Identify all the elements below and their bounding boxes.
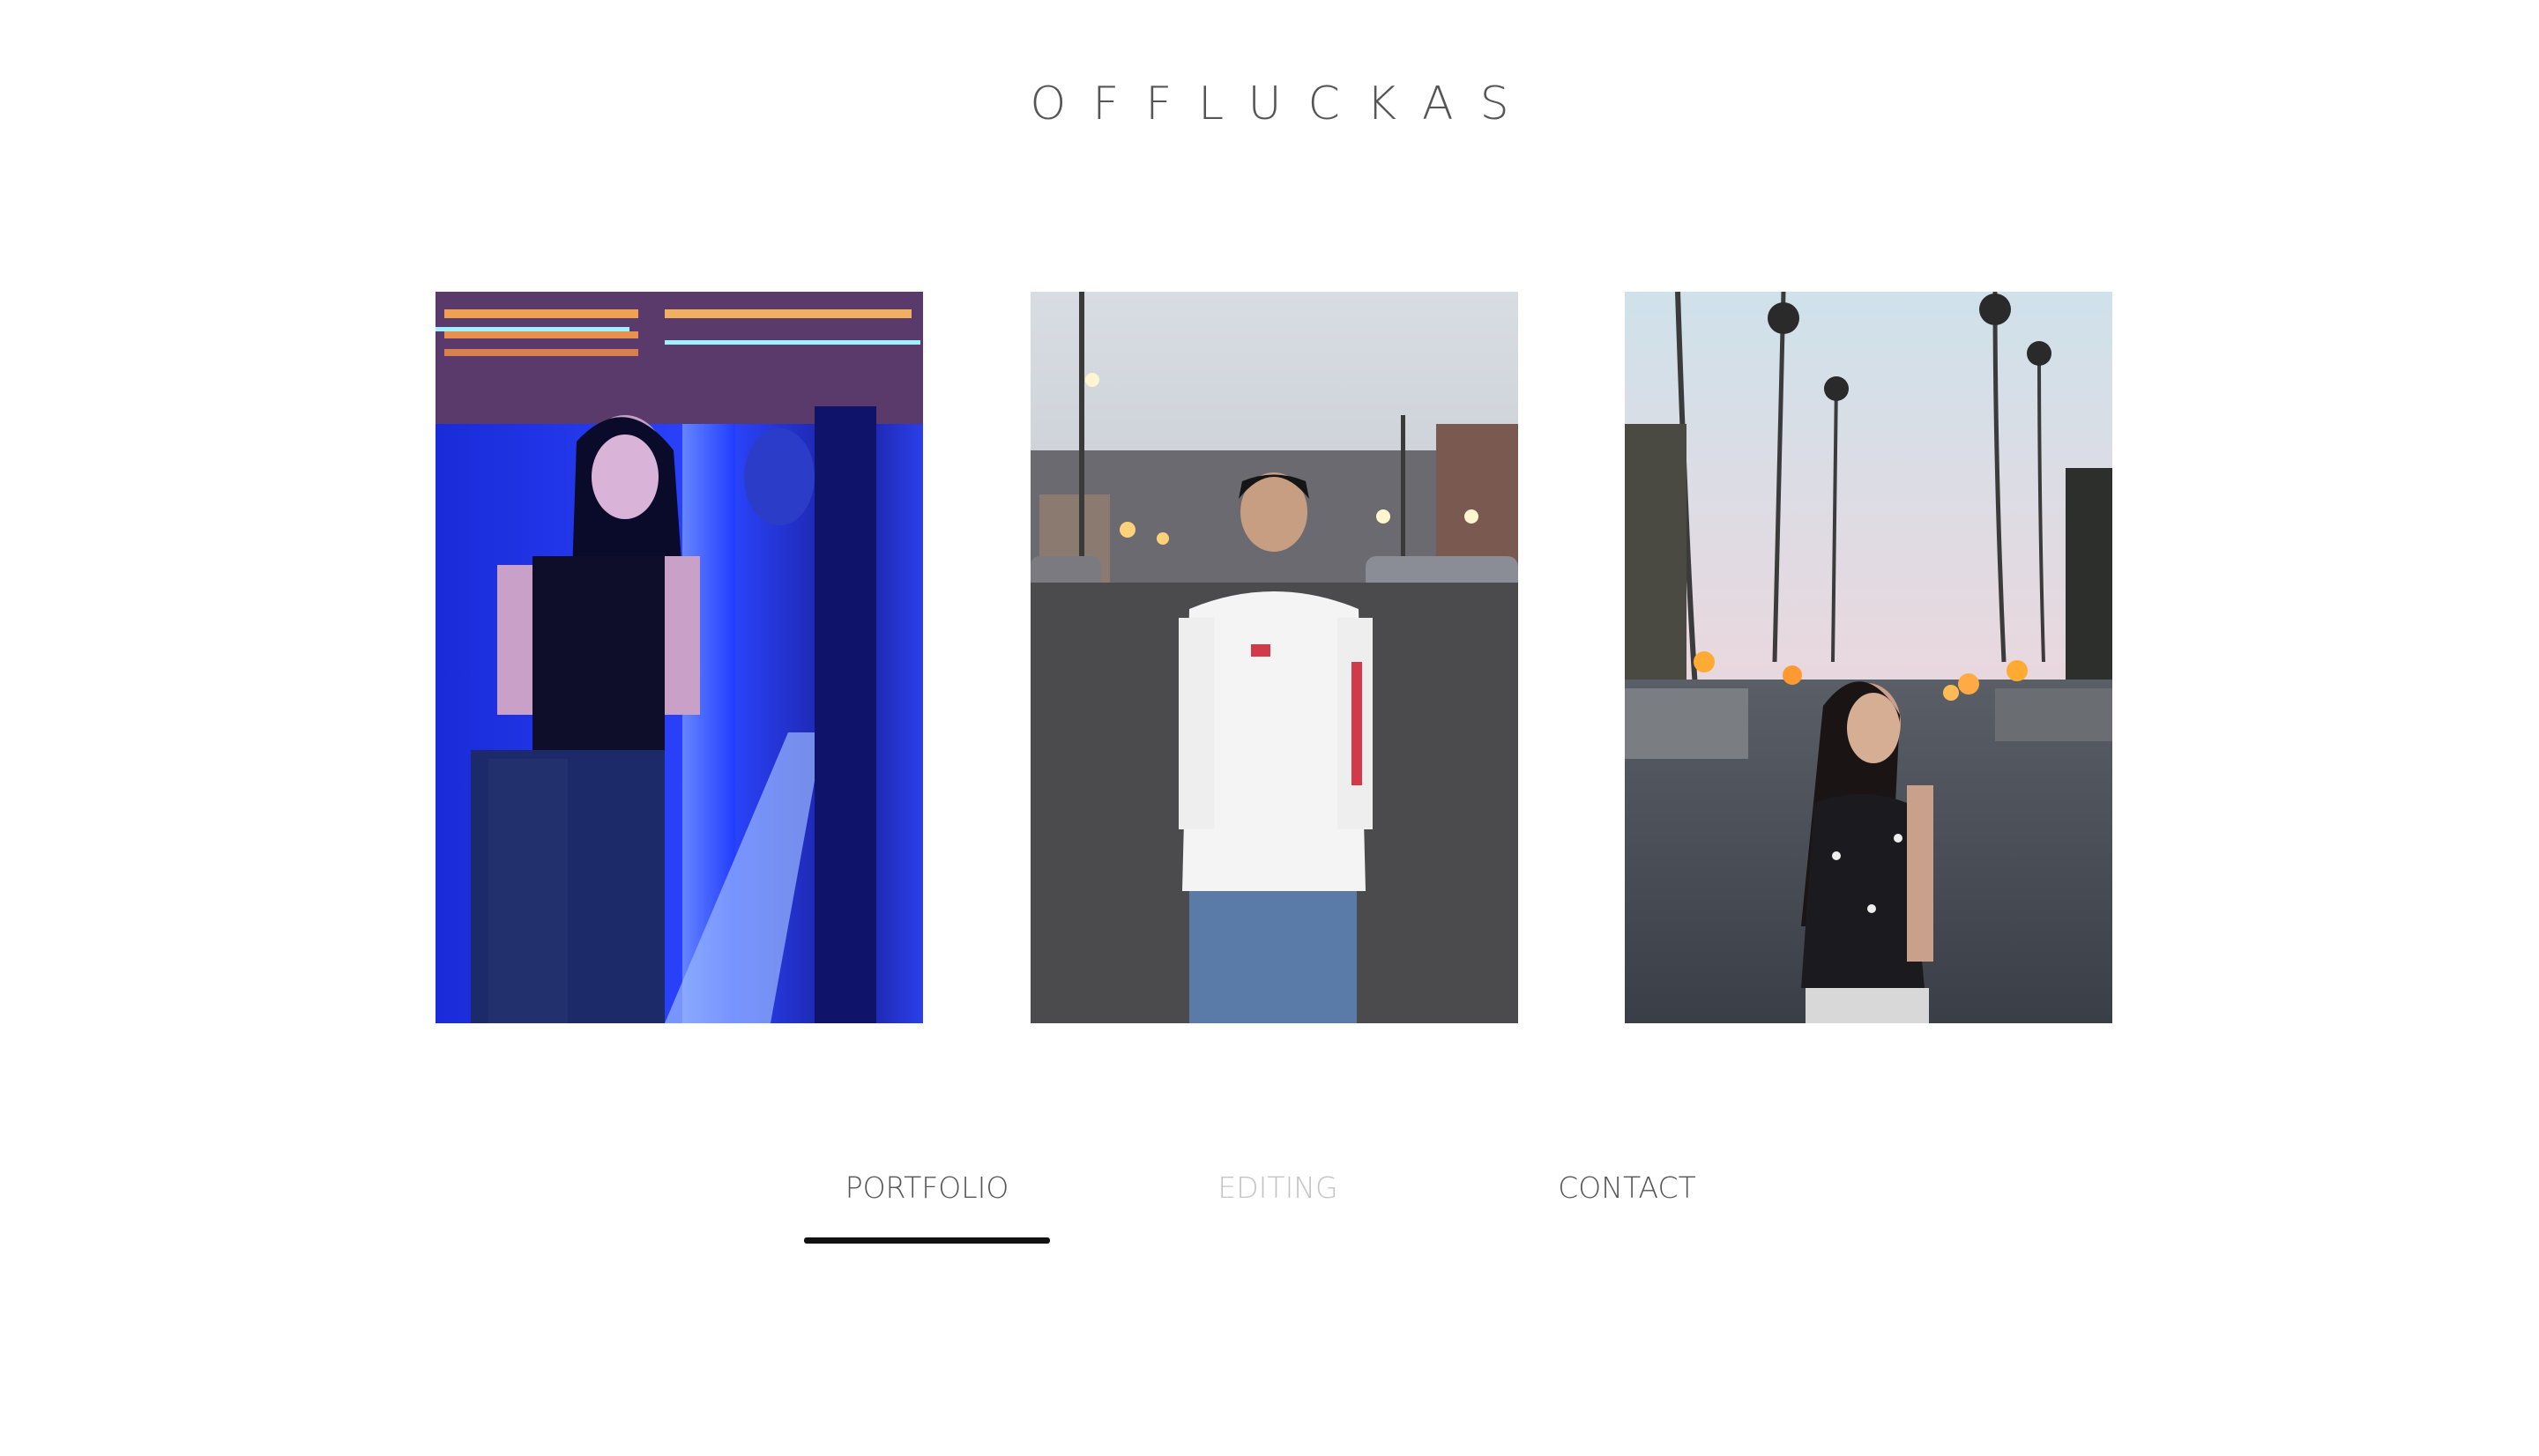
nav-item-contact[interactable]: CONTACT	[1504, 1155, 1750, 1243]
gallery-photo-1[interactable]	[436, 292, 923, 1023]
nav-item-portfolio-label: PORTFOLIO	[845, 1170, 1009, 1205]
gallery-photo-2[interactable]	[1031, 292, 1518, 1023]
nav-item-editing-label: EDITING	[1217, 1170, 1338, 1205]
gallery-photo-3[interactable]	[1625, 292, 2112, 1023]
portrait-photo-palm-street-icon	[1625, 292, 2112, 1023]
portrait-photo-neon-blue-icon	[436, 292, 923, 1023]
site-title[interactable]: OFFLUCKAS	[0, 78, 2539, 130]
main-nav: PORTFOLIO EDITING CONTACT	[0, 1155, 2539, 1244]
photo-gallery	[436, 292, 2112, 1023]
nav-item-editing[interactable]: EDITING	[1155, 1155, 1401, 1243]
portrait-photo-street-dusk-icon	[1031, 292, 1518, 1023]
nav-item-portfolio[interactable]: PORTFOLIO	[804, 1155, 1050, 1244]
nav-active-underline	[804, 1237, 1050, 1244]
nav-item-contact-label: CONTACT	[1558, 1170, 1696, 1205]
